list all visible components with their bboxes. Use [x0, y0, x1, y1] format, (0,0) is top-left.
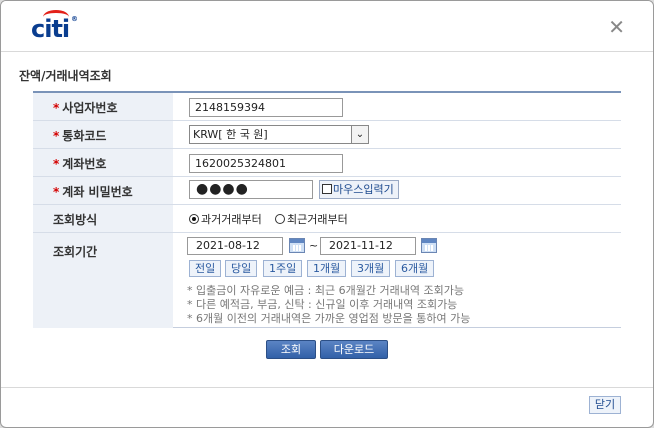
date-to-field[interactable]: 2021-11-12	[320, 237, 416, 255]
mouse-input-button[interactable]: 마우스입력기	[319, 180, 399, 199]
radio-past-first[interactable]: 과거거래부터	[189, 211, 262, 227]
label-method: 조회방식	[33, 205, 173, 232]
required-mark: *	[53, 157, 60, 171]
calendar-icon[interactable]	[421, 238, 437, 253]
close-icon[interactable]: ✕	[608, 15, 625, 39]
label-text: 계좌 비밀번호	[62, 185, 133, 199]
label-text: 통화코드	[62, 129, 107, 143]
radio-checked-icon[interactable]	[189, 214, 199, 224]
date-separator: ~	[309, 239, 319, 252]
label-text: 사업자번호	[62, 101, 118, 115]
calendar-icon[interactable]	[289, 238, 305, 253]
row-password: * 계좌 비밀번호 ●●●● 마우스입력기	[33, 177, 621, 205]
radio-label: 과거거래부터	[201, 213, 262, 226]
required-mark: *	[53, 129, 60, 143]
label-password: * 계좌 비밀번호	[33, 177, 173, 204]
quick-1month-button[interactable]: 1개월	[307, 260, 347, 277]
label-period: 조회기간	[33, 233, 173, 328]
note-line: * 6개월 이전의 거래내역은 가까운 영업점 방문을 통하여 가능	[187, 312, 471, 325]
row-currency: * 통화코드 KRW[ 한 국 원] ⌄	[33, 121, 621, 149]
required-mark: *	[53, 185, 60, 199]
quick-6month-button[interactable]: 6개월	[395, 260, 435, 277]
note-line: * 다른 예적금, 부금, 신탁 : 신규일 이후 거래내역 조회가능	[187, 298, 458, 311]
currency-select[interactable]: KRW[ 한 국 원] ⌄	[189, 125, 369, 144]
radio-recent-first[interactable]: 최근거래부터	[275, 211, 348, 227]
note-line: * 입출금이 자유로운 예금 : 최근 6개월간 거래내역 조회가능	[187, 284, 464, 297]
footer-divider	[1, 387, 653, 388]
title-bar: citi ® ✕	[1, 1, 653, 51]
label-account-no: * 계좌번호	[33, 149, 173, 176]
period-notes: * 입출금이 자유로운 예금 : 최근 6개월간 거래내역 조회가능 * 다른 …	[187, 284, 470, 326]
mouse-input-checkbox[interactable]	[322, 184, 332, 194]
page-title: 잔액/거래내역조회	[19, 69, 112, 83]
popup-window: citi ® ✕ 잔액/거래내역조회 *사업자번호 *통화코드 KRW[ 한 국…	[0, 0, 654, 428]
row-business-no: * 사업자번호	[33, 93, 621, 121]
business-no-field[interactable]	[189, 98, 343, 117]
date-from-field[interactable]: 2021-08-12	[187, 237, 283, 255]
citi-logo: citi ®	[31, 10, 78, 43]
logo-registered-mark: ®	[71, 15, 78, 23]
quick-today-button[interactable]: 당일	[225, 260, 258, 277]
label-business-no: * 사업자번호	[33, 93, 173, 120]
label-text: 계좌번호	[62, 157, 107, 171]
row-period: 조회기간 2021-08-12 ~ 2021-11-12 전일 당일 1주일 1…	[33, 233, 621, 328]
radio-unchecked-icon[interactable]	[275, 214, 285, 224]
close-button[interactable]: 닫기	[589, 396, 621, 414]
row-account-no: * 계좌번호	[33, 149, 621, 177]
chevron-down-icon[interactable]: ⌄	[351, 126, 368, 143]
radio-label: 최근거래부터	[287, 213, 348, 226]
currency-selected-value: KRW[ 한 국 원]	[193, 128, 268, 141]
inquiry-form: *사업자번호 *통화코드 KRW[ 한 국 원] ⌄ *계좌번호	[33, 91, 621, 328]
quick-3month-button[interactable]: 3개월	[351, 260, 391, 277]
row-method: 조회방식 과거거래부터 최근거래부터	[33, 205, 621, 233]
account-no-field[interactable]	[189, 154, 343, 173]
download-button[interactable]: 다운로드	[320, 340, 388, 359]
logo-arc-icon	[43, 10, 69, 24]
password-field[interactable]: ●●●●	[189, 180, 313, 199]
label-currency: * 통화코드	[33, 121, 173, 148]
header-divider	[1, 51, 653, 52]
quick-prev-day-button[interactable]: 전일	[189, 260, 222, 277]
quick-1week-button[interactable]: 1주일	[263, 260, 303, 277]
label-text: 조회기간	[53, 245, 98, 259]
search-button[interactable]: 조회	[266, 340, 316, 359]
required-mark: *	[53, 101, 60, 115]
mouse-input-label: 마우스입력기	[333, 183, 394, 196]
label-text: 조회방식	[53, 213, 98, 227]
